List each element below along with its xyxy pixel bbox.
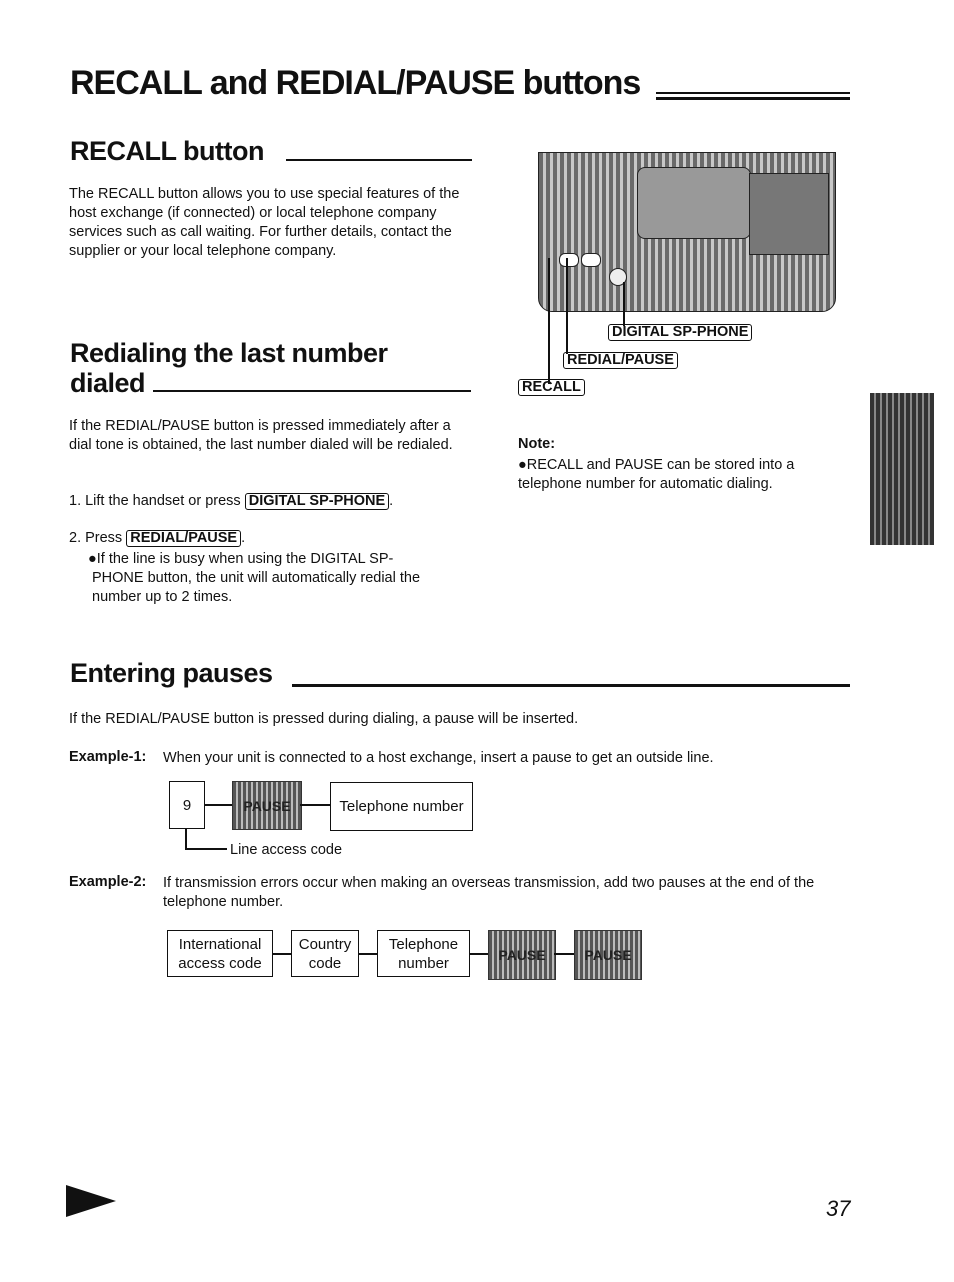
pause-box: PAUSE xyxy=(232,781,302,830)
heading-rule xyxy=(292,684,850,687)
redial-button-illustration xyxy=(581,253,601,267)
heading-rule xyxy=(153,390,471,392)
line-access-note: Line access code xyxy=(230,842,343,858)
label-digital-sp-phone: DIGITAL SP-PHONE xyxy=(608,324,753,341)
step-1: 1. Lift the handset or press DIGITAL SP-… xyxy=(69,493,394,510)
page-title: RECALL and REDIAL/PAUSE buttons xyxy=(70,64,641,102)
redial-heading-line1: Redialing the last number xyxy=(70,338,388,368)
display-panel xyxy=(637,167,751,239)
continue-arrow-icon xyxy=(66,1185,116,1217)
box-telephone-number: Telephone number xyxy=(330,782,473,831)
page-number: 37 xyxy=(826,1196,851,1221)
step-2-text: 2. Press xyxy=(69,530,123,546)
manual-page: RECALL and REDIAL/PAUSE buttons RECALL b… xyxy=(0,0,954,1282)
box-line-access: 9 xyxy=(169,781,205,829)
box-international-access-code: International access code xyxy=(167,930,273,977)
heading-rule xyxy=(286,159,472,161)
recall-button-illustration xyxy=(559,253,579,267)
pause-box-2: PAUSE xyxy=(574,930,642,980)
example-2-text: If transmission errors occur when making… xyxy=(163,875,815,910)
box-country-code: Country code xyxy=(291,930,359,977)
example-1-label: Example-1: xyxy=(69,749,147,765)
station-keys xyxy=(749,173,829,255)
step-1-text: 1. Lift the handset or press xyxy=(69,493,241,509)
fax-machine-illustration xyxy=(538,152,836,312)
label-redial-pause: REDIAL/PAUSE xyxy=(563,352,678,369)
note-text: ●RECALL and PAUSE can be stored into a t… xyxy=(518,457,795,492)
title-rule xyxy=(656,92,850,94)
example-1-text: When your unit is connected to a host ex… xyxy=(163,750,714,766)
pauses-intro: If the REDIAL/PAUSE button is pressed du… xyxy=(69,711,579,727)
redial-heading-line2: dialed xyxy=(70,368,146,398)
recall-body: The RECALL button allows you to use spec… xyxy=(69,186,460,259)
busy-bullet: ●If the line is busy when using the DIGI… xyxy=(88,551,421,605)
section-tab-marker xyxy=(870,393,934,545)
pause-box-1: PAUSE xyxy=(488,930,556,980)
example-2-label: Example-2: xyxy=(69,874,147,890)
title-rule xyxy=(656,97,850,100)
label-recall: RECALL xyxy=(518,379,585,396)
redial-pause-key: REDIAL/PAUSE xyxy=(126,530,242,547)
recall-heading: RECALL button xyxy=(70,136,264,166)
note-title: Note: xyxy=(518,436,556,452)
pauses-heading: Entering pauses xyxy=(70,658,273,688)
digital-sp-phone-key: DIGITAL SP-PHONE xyxy=(244,493,390,510)
redial-body: If the REDIAL/PAUSE button is pressed im… xyxy=(69,418,453,453)
step-2: 2. Press REDIAL/PAUSE. xyxy=(69,530,246,547)
box-telephone-number-2: Telephone number xyxy=(377,930,470,977)
